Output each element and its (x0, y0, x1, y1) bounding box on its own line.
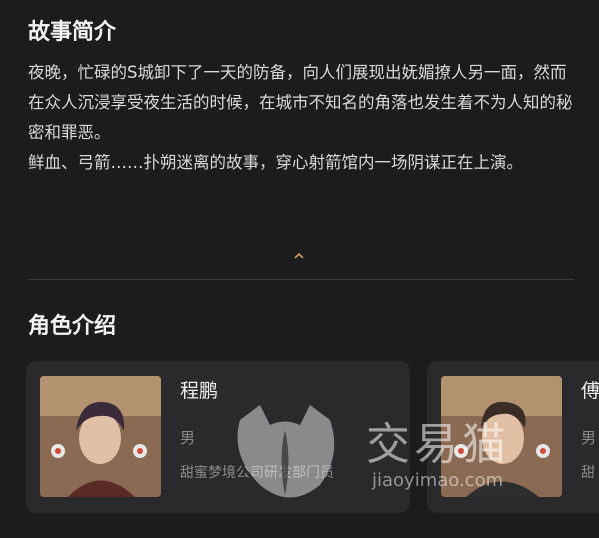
character-section-title: 角色介绍 (28, 314, 117, 339)
character-name: 傅 (581, 380, 599, 402)
story-section-title: 故事简介 (28, 20, 117, 45)
character-name: 程鹏 (180, 380, 219, 402)
character-card[interactable]: 程鹏 男 甜蜜梦境公司研发部门员 (26, 361, 410, 513)
character-gender: 男 (581, 429, 597, 447)
story-paragraph-2: 鲜血、弓箭……扑朔迷离的故事，穿心射箭馆内一场阴谋正在上演。 (28, 153, 523, 172)
watermark-url: jiaoyimao.com (372, 470, 504, 491)
story-synopsis: 夜晚，忙碌的S城卸下了一天的防备，向人们展现出妩媚撩人另一面，然而在众人沉浸享受… (28, 58, 576, 178)
watermark-text: 交易猫 (366, 419, 510, 470)
character-gender: 男 (180, 429, 196, 447)
character-description: 甜蜜梦境公司研发部门员 (180, 465, 334, 481)
section-divider (28, 279, 574, 280)
story-paragraph-1: 夜晚，忙碌的S城卸下了一天的防备，向人们展现出妩媚撩人另一面，然而在众人沉浸享受… (28, 63, 573, 142)
character-description: 甜 (581, 465, 595, 481)
chevron-up-icon[interactable] (292, 249, 306, 263)
character-portrait (40, 376, 161, 497)
